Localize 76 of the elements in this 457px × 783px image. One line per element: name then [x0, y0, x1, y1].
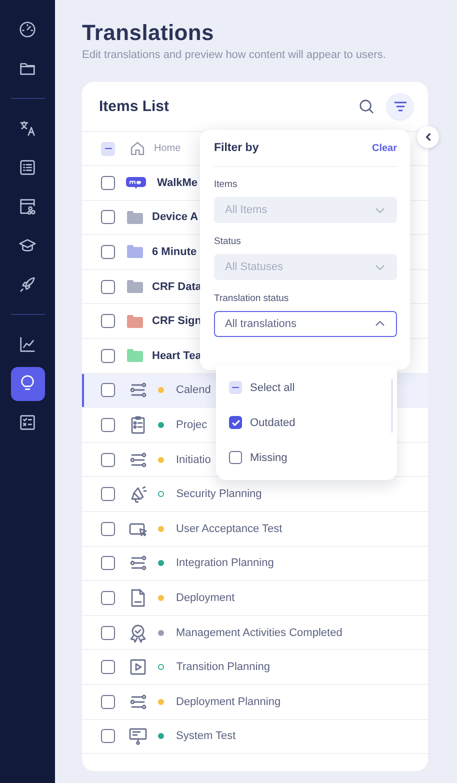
checkbox[interactable]	[101, 280, 115, 294]
checkbox[interactable]	[101, 210, 115, 224]
list-row[interactable]: System Test	[82, 720, 428, 754]
checkbox[interactable]	[101, 660, 115, 674]
item-name: Management Activities Completed	[176, 626, 342, 639]
item-name: Projec	[176, 418, 208, 431]
item-name: Calend	[176, 384, 211, 396]
list-icon	[18, 158, 37, 177]
checkbox[interactable]	[101, 522, 115, 536]
item-name: 6 Minute	[152, 246, 197, 258]
checkbox[interactable]	[101, 487, 115, 502]
item-name: Transition Planning	[176, 661, 270, 674]
item-name: Device A	[152, 211, 198, 224]
badge-icon	[128, 622, 148, 643]
chevron-left-icon	[426, 133, 430, 141]
list-row[interactable]: User Acceptance Test	[82, 512, 428, 547]
checkbox[interactable]	[101, 244, 115, 259]
lightbulb-icon	[18, 374, 37, 393]
translate-icon	[18, 119, 37, 138]
field-label: Status	[214, 236, 241, 247]
checkbox[interactable]	[101, 176, 115, 190]
caret-icon	[375, 207, 385, 213]
collapse-button[interactable]	[417, 126, 439, 148]
option-item[interactable]: Select all	[229, 370, 397, 405]
page-title: Translations	[82, 19, 214, 47]
option-item[interactable]: Missing	[229, 440, 397, 475]
check-icon	[232, 419, 240, 426]
checkbox[interactable]	[229, 451, 242, 464]
clear-link[interactable]: Clear	[372, 142, 397, 154]
checklist-icon	[18, 413, 37, 432]
nav-button[interactable]	[10, 366, 44, 400]
filter-button[interactable]	[386, 92, 414, 120]
item-name: System Test	[176, 730, 236, 742]
tooltip-icon	[128, 726, 148, 746]
item-name: Integration Planning	[176, 557, 274, 570]
gauge-icon	[18, 20, 37, 39]
item-name: WalkMe	[157, 176, 198, 189]
checkbox[interactable]	[101, 452, 115, 467]
checkbox[interactable]	[101, 556, 115, 570]
field-label: Translation status	[214, 293, 289, 304]
checkbox[interactable]	[101, 418, 115, 432]
filter-icon	[394, 101, 406, 112]
item-name: Initiatio	[176, 454, 211, 466]
item-name: User Acceptance Test	[176, 522, 282, 535]
item-name: CRF Data	[152, 280, 202, 293]
rocket-icon	[18, 275, 37, 294]
list-row[interactable]: Management Activities Completed	[82, 616, 428, 650]
checkbox[interactable]	[101, 314, 115, 328]
play-icon	[128, 657, 148, 678]
page-subtitle: Edit translations and preview how content will appear to users.	[82, 49, 386, 61]
checkbox[interactable]	[101, 729, 115, 744]
item-name: Deployment Planning	[176, 696, 281, 708]
search-icon	[358, 99, 374, 114]
option-item[interactable]: Outdated	[229, 405, 397, 440]
list-row[interactable]: Deployment Planning	[82, 684, 428, 720]
dropdown[interactable]: All translations	[214, 311, 397, 337]
field-label: Items	[214, 179, 238, 190]
item-name: Deployment	[176, 592, 235, 604]
list-row[interactable]: Deployment	[82, 581, 428, 616]
checkbox[interactable]	[101, 348, 115, 363]
checkbox[interactable]	[229, 416, 242, 429]
checkbox[interactable]	[101, 626, 115, 640]
checkbox[interactable]	[101, 383, 115, 398]
list-row[interactable]: Transition Planning	[82, 650, 428, 685]
caret-icon	[375, 321, 385, 327]
caret-icon	[375, 264, 385, 270]
checkbox[interactable]	[101, 694, 115, 709]
card-title: Items List	[99, 98, 170, 115]
home-icon	[129, 140, 146, 157]
list-row[interactable]: Integration Planning	[82, 546, 428, 582]
chat-bubble-icon	[126, 176, 146, 190]
panel-title: Filter by	[214, 142, 259, 154]
line-chart-icon	[18, 335, 37, 354]
checkbox[interactable]	[101, 590, 115, 605]
item-name: Security Planning	[176, 488, 262, 500]
chart-flow-icon	[18, 197, 37, 216]
